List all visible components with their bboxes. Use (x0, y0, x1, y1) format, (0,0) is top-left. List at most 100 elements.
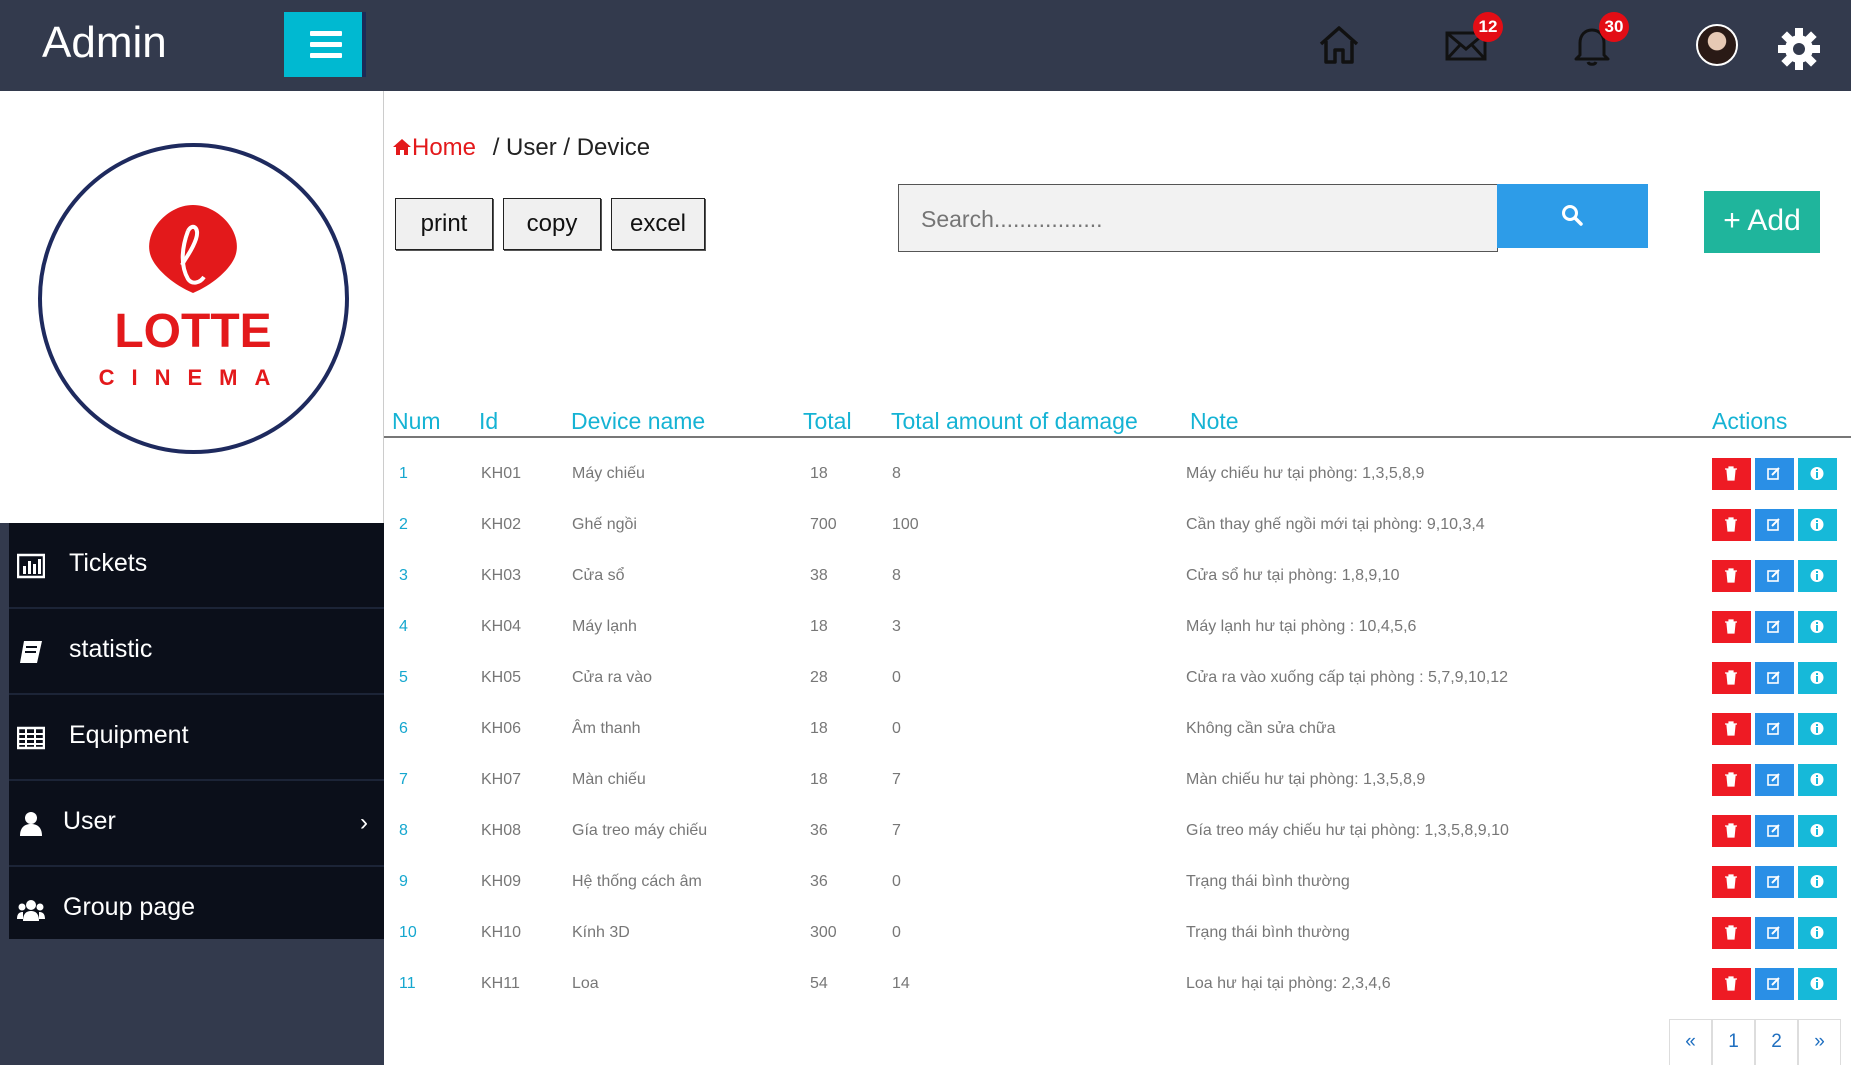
lotte-logo-mark-icon: LOTTE CINEMA (99, 205, 272, 390)
copy-button[interactable]: copy (503, 198, 601, 250)
edit-button[interactable] (1755, 509, 1794, 541)
cell-damage: 8 (892, 465, 901, 482)
cell-note: Không cần sửa chữa (1186, 720, 1336, 737)
info-button[interactable] (1798, 764, 1837, 796)
column-header-num[interactable]: Num (392, 408, 441, 435)
pagination-prev[interactable]: « (1669, 1019, 1712, 1065)
table-row: 10 KH10 Kính 3D 300 0 Trạng thái bình th… (384, 911, 1851, 962)
sidebar-item-equipment[interactable]: Equipment (9, 695, 384, 781)
info-icon (1810, 773, 1824, 786)
search-button[interactable] (1497, 184, 1648, 248)
column-header-total[interactable]: Total (803, 408, 852, 435)
edit-icon (1767, 620, 1780, 633)
cell-damage: 14 (892, 975, 910, 992)
pagination-page-1[interactable]: 1 (1712, 1019, 1755, 1065)
cell-num: 4 (399, 618, 408, 635)
table-icon (17, 726, 45, 750)
column-header-note[interactable]: Note (1190, 408, 1239, 435)
info-button[interactable] (1798, 866, 1837, 898)
column-header-id[interactable]: Id (479, 408, 498, 435)
print-button[interactable]: print (395, 198, 493, 250)
svg-text:LOTTE: LOTTE (114, 305, 271, 358)
home-button[interactable] (1316, 22, 1362, 68)
delete-button[interactable] (1712, 917, 1751, 949)
table-row: 9 KH09 Hệ thống cách âm 36 0 Trạng thái … (384, 860, 1851, 911)
info-button[interactable] (1798, 458, 1837, 490)
menu-toggle-button[interactable] (284, 12, 366, 77)
info-button[interactable] (1798, 560, 1837, 592)
info-icon (1810, 569, 1824, 582)
avatar[interactable] (1696, 24, 1738, 66)
info-button[interactable] (1798, 917, 1837, 949)
pagination-page-2[interactable]: 2 (1755, 1019, 1798, 1065)
edit-button[interactable] (1755, 866, 1794, 898)
cell-total: 38 (810, 567, 828, 584)
cell-note: Máy chiếu hư tại phòng: 1,3,5,8,9 (1186, 465, 1425, 482)
sidebar-item-label: Group page (63, 893, 196, 921)
edit-button[interactable] (1755, 713, 1794, 745)
cell-id: KH04 (481, 618, 522, 635)
delete-button[interactable] (1712, 764, 1751, 796)
edit-button[interactable] (1755, 968, 1794, 1000)
edit-button[interactable] (1755, 764, 1794, 796)
column-header-device-name[interactable]: Device name (571, 408, 705, 435)
delete-button[interactable] (1712, 662, 1751, 694)
cell-damage: 0 (892, 720, 901, 737)
sidebar-item-group-page[interactable]: Group page (9, 867, 384, 953)
search-input[interactable] (921, 201, 1481, 237)
add-button[interactable]: + Add (1704, 191, 1820, 253)
excel-button[interactable]: excel (611, 198, 705, 250)
book-icon (20, 641, 42, 663)
pagination-next[interactable]: » (1798, 1019, 1841, 1065)
lotte-cinema-logo: LOTTE CINEMA (38, 143, 349, 454)
delete-button[interactable] (1712, 968, 1751, 1000)
edit-button[interactable] (1755, 458, 1794, 490)
edit-button[interactable] (1755, 662, 1794, 694)
user-icon (20, 812, 42, 836)
cell-total: 300 (810, 924, 837, 941)
notification-button[interactable]: 30 (1569, 12, 1629, 68)
info-button[interactable] (1798, 968, 1837, 1000)
delete-button[interactable] (1712, 815, 1751, 847)
sidebar-item-statistic[interactable]: statistic (9, 609, 384, 695)
info-button[interactable] (1798, 713, 1837, 745)
cell-num: 3 (399, 567, 408, 584)
edit-button[interactable] (1755, 611, 1794, 643)
delete-button[interactable] (1712, 509, 1751, 541)
info-icon (1810, 671, 1824, 684)
delete-button[interactable] (1712, 611, 1751, 643)
info-icon (1810, 518, 1824, 531)
edit-button[interactable] (1755, 917, 1794, 949)
sidebar-item-tickets[interactable]: Tickets (9, 523, 384, 609)
cell-id: KH03 (481, 567, 522, 584)
mail-button[interactable]: 12 (1443, 12, 1503, 68)
sidebar-item-label: User (63, 807, 116, 835)
settings-button[interactable] (1776, 26, 1822, 72)
users-icon (17, 900, 45, 921)
info-button[interactable] (1798, 815, 1837, 847)
breadcrumb-home-link[interactable]: Home (392, 134, 483, 161)
cell-damage: 100 (892, 516, 919, 533)
info-icon (1810, 977, 1824, 990)
edit-button[interactable] (1755, 560, 1794, 592)
delete-button[interactable] (1712, 560, 1751, 592)
info-icon (1810, 875, 1824, 888)
info-button[interactable] (1798, 662, 1837, 694)
info-button[interactable] (1798, 509, 1837, 541)
column-header-total-damage[interactable]: Total amount of damage (891, 408, 1138, 435)
mail-count-badge: 12 (1473, 12, 1503, 42)
delete-button[interactable] (1712, 866, 1751, 898)
delete-button[interactable] (1712, 458, 1751, 490)
sidebar-nav: Tickets statistic Equipment User › Group… (9, 523, 384, 939)
cell-device-name: Màn chiếu (572, 771, 646, 788)
cell-total: 700 (810, 516, 837, 533)
info-icon (1810, 824, 1824, 837)
table-header-divider (384, 436, 1851, 438)
delete-button[interactable] (1712, 713, 1751, 745)
info-button[interactable] (1798, 611, 1837, 643)
edit-button[interactable] (1755, 815, 1794, 847)
sidebar-item-user[interactable]: User › (9, 781, 384, 867)
cell-num: 6 (399, 720, 408, 737)
column-header-actions: Actions (1712, 408, 1788, 434)
cell-id: KH05 (481, 669, 522, 686)
